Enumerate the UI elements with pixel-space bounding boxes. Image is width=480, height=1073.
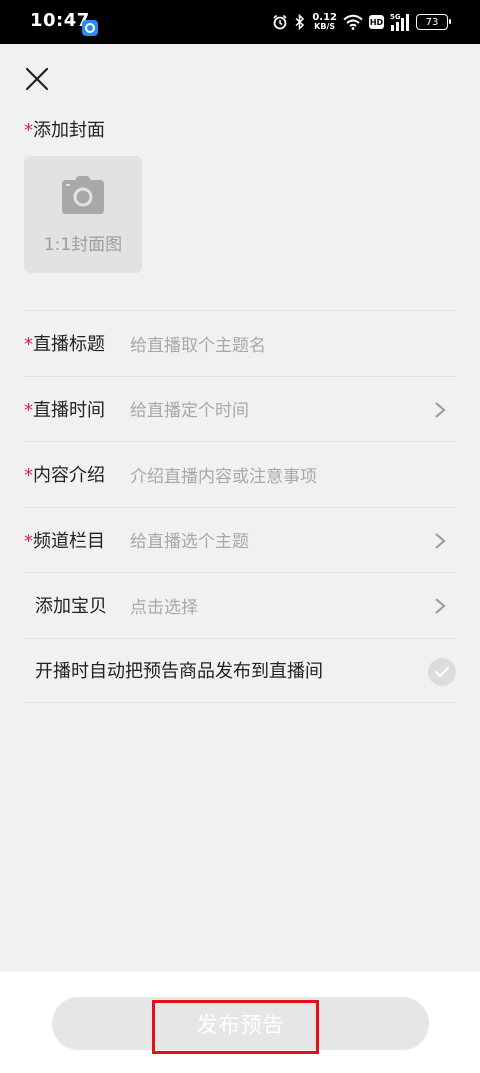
battery-level: 73 xyxy=(425,16,439,28)
status-bar: 10:47 0.12 KB/S HD 5G 73 xyxy=(0,0,480,44)
time-label: *直播时间 xyxy=(24,399,105,421)
hd-badge: HD xyxy=(369,15,384,29)
time-picker[interactable]: 给直播定个时间 xyxy=(130,396,249,421)
network-speed: 0.12 KB/S xyxy=(312,12,337,31)
publish-preview-button[interactable]: 发布预告 xyxy=(52,997,429,1050)
auto-publish-row[interactable]: 开播时自动把预告商品发布到直播间 xyxy=(24,637,456,703)
required-mark: * xyxy=(24,530,33,552)
battery-icon: 73 xyxy=(416,14,451,30)
required-mark: * xyxy=(24,334,33,356)
auto-publish-checkbox[interactable] xyxy=(428,657,456,686)
intro-label: *内容介绍 xyxy=(24,465,105,487)
time-row[interactable]: *直播时间 给直播定个时间 xyxy=(24,375,456,442)
auto-publish-label: 开播时自动把预告商品发布到直播间 xyxy=(35,661,323,683)
cover-title-label: 添加封面 xyxy=(33,120,105,141)
svg-text:5G: 5G xyxy=(390,13,401,21)
cover-placeholder: 1:1封面图 xyxy=(43,235,123,255)
check-icon xyxy=(434,666,450,677)
cover-upload[interactable]: 1:1封面图 xyxy=(24,156,142,273)
wifi-icon xyxy=(343,14,363,30)
channel-label: *频道栏目 xyxy=(24,530,105,552)
status-time: 10:47 xyxy=(30,10,90,31)
bottom-bar: 发布预告 xyxy=(0,972,480,1073)
alarm-icon xyxy=(273,14,287,30)
chevron-right-icon xyxy=(435,401,446,418)
goods-label: 添加宝贝 xyxy=(35,596,107,618)
camera-icon xyxy=(62,176,104,214)
live-preview-form: *直播标题 给直播取个主题名 *直播时间 给直播定个时间 *内容介绍 介绍直播内… xyxy=(24,310,456,703)
signal-icon: 5G xyxy=(390,13,409,31)
intro-input[interactable]: 介绍直播内容或注意事项 xyxy=(130,462,317,487)
title-input[interactable]: 给直播取个主题名 xyxy=(130,331,266,356)
app-notification-icon xyxy=(82,20,98,36)
status-icons: 0.12 KB/S HD 5G 73 xyxy=(272,11,451,33)
title-label: *直播标题 xyxy=(24,334,105,356)
cover-title: *添加封面 xyxy=(24,116,105,142)
chevron-right-icon xyxy=(435,598,446,614)
required-mark: * xyxy=(24,120,33,141)
title-row[interactable]: *直播标题 给直播取个主题名 xyxy=(24,310,456,376)
channel-row[interactable]: *频道栏目 给直播选个主题 xyxy=(24,506,456,573)
bluetooth-icon xyxy=(295,14,305,30)
required-mark: * xyxy=(24,399,33,421)
chevron-right-icon xyxy=(435,532,446,549)
channel-picker[interactable]: 给直播选个主题 xyxy=(130,527,249,552)
intro-row[interactable]: *内容介绍 介绍直播内容或注意事项 xyxy=(24,441,456,507)
required-mark: * xyxy=(24,465,33,487)
goods-picker[interactable]: 点击选择 xyxy=(130,593,198,618)
close-icon[interactable] xyxy=(24,66,50,92)
goods-row[interactable]: 添加宝贝 点击选择 xyxy=(24,572,456,638)
